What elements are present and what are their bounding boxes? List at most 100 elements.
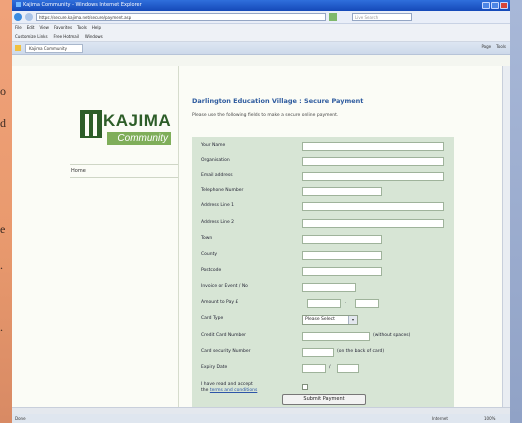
postcode-label: Postcode [201,268,222,273]
menu-help[interactable]: Help [92,24,101,32]
expiry-label: Expiry Date [201,365,228,370]
terms-text: I have read and accept the terms and con… [201,382,257,394]
form-row: Town [201,235,451,245]
zoom-level[interactable]: 100% [484,414,495,423]
amount-separator: . [345,300,347,305]
page-title: Darlington Education Village : Secure Pa… [192,97,364,105]
tab-kajima[interactable]: Kajima Community [25,43,83,53]
minimize-button[interactable] [482,2,490,9]
edge-text-2: d [0,116,6,130]
address2-field[interactable] [302,219,444,228]
amount-pence-field[interactable] [355,299,379,308]
form-row: Amount to Pay £ . [201,299,451,309]
name-label: Your Name [201,143,226,148]
amount-pounds-field[interactable] [307,299,341,308]
email-label: Email address [201,173,233,178]
logo-subword: Community [107,132,171,145]
maximize-button[interactable] [491,2,499,9]
edge-text-3: e [0,222,6,236]
terms-line1: I have read and accept [201,382,253,387]
postcode-field[interactable] [302,267,382,276]
address-bar: https://secure.kajima.net/secure/payment… [12,11,510,24]
card-number-note: (without spaces) [373,333,411,338]
tab-bar: Kajima Community Page Tools [12,42,510,55]
invoice-field[interactable] [302,283,356,292]
payment-form: Your Name Organisation Email address Tel… [192,137,454,415]
card-number-label: Credit Card Number [201,333,246,338]
sidebar-divider [70,164,178,165]
organisation-field[interactable] [302,157,444,166]
link-customize[interactable]: Customize Links [15,32,48,41]
expiry-separator: / [329,365,331,370]
page-menu[interactable]: Page [481,44,491,49]
link-windows[interactable]: Windows [85,32,103,41]
address-input[interactable]: https://secure.kajima.net/secure/payment… [36,13,326,21]
form-row: Invoice or Event / No [201,283,451,293]
sidebar-item-home[interactable]: Home [71,168,86,174]
card-number-field[interactable] [302,332,370,341]
town-label: Town [201,236,213,241]
edge-text-5: . [0,320,3,334]
ie-icon [16,2,21,7]
submit-payment-button[interactable]: Submit Payment [282,394,366,405]
security-field[interactable] [302,348,334,357]
back-icon[interactable] [14,13,22,21]
page-intro: Please use the following fields to make … [192,113,339,118]
menu-favorites[interactable]: Favorites [54,24,72,32]
browser-window: Kajima Community - Windows Internet Expl… [12,0,510,423]
telephone-field[interactable] [302,187,382,196]
address2-label: Address Line 2 [201,220,235,225]
terms-link[interactable]: terms and conditions [210,388,258,393]
kajima-mark-icon [80,110,102,138]
logo-word: KAJIMA [103,111,172,130]
window-title: Kajima Community - Windows Internet Expl… [23,2,142,8]
security-note: (on the back of card) [337,349,385,354]
county-field[interactable] [302,251,382,260]
terms-prefix: the [201,388,210,393]
vertical-scrollbar[interactable] [502,66,510,407]
address1-field[interactable] [302,202,444,211]
forward-icon[interactable] [25,13,33,21]
close-button[interactable] [500,2,508,9]
card-type-value: Please Select [305,317,335,322]
terms-checkbox[interactable] [302,384,308,390]
form-row: Your Name [201,142,451,152]
invoice-label: Invoice or Event / No [201,284,248,289]
menu-edit[interactable]: Edit [27,24,35,32]
form-row: Address Line 1 [201,202,451,212]
amount-label: Amount to Pay £ [201,300,239,305]
refresh-icon[interactable] [329,13,337,21]
address1-label: Address Line 1 [201,203,235,208]
menu-file[interactable]: File [15,24,22,32]
title-bar: Kajima Community - Windows Internet Expl… [12,0,510,11]
menu-view[interactable]: View [39,24,49,32]
form-row: Expiry Date / [201,364,451,374]
menu-bar: File Edit View Favorites Tools Help [12,24,510,32]
name-field[interactable] [302,142,444,151]
sidebar-divider [70,177,178,178]
expiry-month-field[interactable] [302,364,326,373]
link-hotmail[interactable]: Free Hotmail [54,32,79,41]
favorites-star-icon[interactable] [15,45,21,51]
chevron-down-icon[interactable]: ▾ [348,316,357,324]
card-type-select[interactable]: Please Select ▾ [302,315,358,325]
telephone-label: Telephone Number [201,188,244,193]
email-field[interactable] [302,172,444,181]
form-row: County [201,251,451,261]
town-field[interactable] [302,235,382,244]
window-controls [482,2,508,9]
edge-text-4: . [0,258,3,272]
command-bar: Page Tools [481,44,506,49]
organisation-label: Organisation [201,158,230,163]
search-input[interactable]: Live Search [352,13,412,21]
form-row: Telephone Number [201,187,451,197]
page-content: KAJIMA Community Home Darlington Educati… [12,66,510,415]
status-text: Done [15,416,26,421]
expiry-year-field[interactable] [337,364,359,373]
tools-menu[interactable]: Tools [496,44,506,49]
county-label: County [201,252,218,257]
status-bar: Done Internet 100% [12,414,510,423]
menu-tools[interactable]: Tools [77,24,87,32]
form-row: Postcode [201,267,451,277]
left-background: o d e . . [0,0,12,423]
